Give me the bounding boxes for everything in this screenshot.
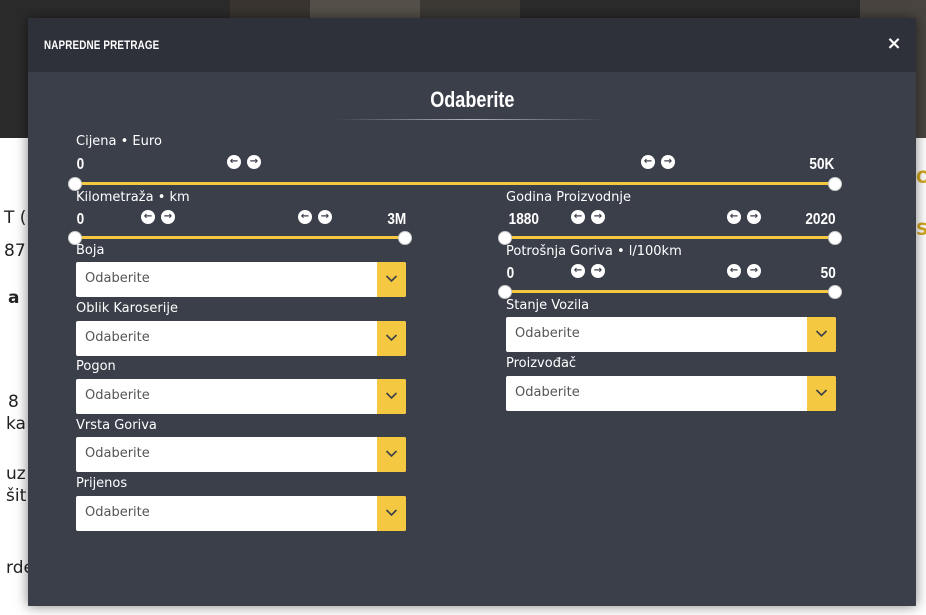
- background-text: 8: [8, 392, 19, 412]
- body-type-select-value: Odaberite: [85, 330, 150, 345]
- section-divider: [336, 119, 606, 120]
- background-text: uz: [6, 464, 26, 484]
- year-min-text: 1880: [508, 211, 539, 228]
- year-max-handle[interactable]: [828, 231, 842, 245]
- fuel-type-select[interactable]: Odaberite: [76, 437, 406, 472]
- year-min-value: 1880: [506, 211, 542, 229]
- transmission-label: Prijenos: [76, 476, 128, 491]
- fuel-consumption-max-text: 50: [820, 265, 836, 282]
- year-max-arrows: ← →: [727, 210, 761, 224]
- year-min-arrows: ← →: [571, 210, 605, 224]
- year-range-label: Godina Proizvodnje: [506, 190, 632, 205]
- arrow-right-icon[interactable]: →: [247, 155, 261, 169]
- condition-select[interactable]: Odaberite: [506, 317, 836, 352]
- price-range-label: Cijena • Euro: [76, 134, 162, 149]
- arrow-right-icon[interactable]: →: [747, 264, 761, 278]
- arrow-right-icon[interactable]: →: [747, 210, 761, 224]
- mileage-max-text: 3M: [387, 211, 406, 228]
- modal-header: NAPREDNE PRETRAGE ×: [28, 18, 916, 72]
- advanced-search-modal: NAPREDNE PRETRAGE × Odaberite Cijena • E…: [28, 18, 916, 606]
- arrow-right-icon[interactable]: →: [591, 210, 605, 224]
- mileage-max-arrows: ← →: [298, 210, 332, 224]
- color-select-value: Odaberite: [85, 271, 150, 286]
- section-title: Odaberite: [28, 87, 916, 113]
- mileage-slider-track[interactable]: [74, 236, 406, 239]
- price-max-handle[interactable]: [828, 177, 842, 191]
- transmission-select-value: Odaberite: [85, 505, 150, 520]
- fuel-consumption-min-text: 0: [506, 265, 515, 282]
- background-text: 87: [4, 241, 26, 261]
- mileage-min-text: 0: [76, 211, 85, 228]
- mileage-max-handle[interactable]: [398, 231, 412, 245]
- background-text: O: [916, 168, 926, 188]
- chevron-down-icon[interactable]: [377, 496, 406, 531]
- color-select[interactable]: Odaberite: [76, 262, 406, 297]
- fuel-consumption-max-value: 50: [798, 265, 836, 283]
- year-slider-track[interactable]: [504, 236, 836, 239]
- drive-label: Pogon: [76, 359, 116, 374]
- manufacturer-select-value: Odaberite: [515, 385, 580, 400]
- mileage-min-arrows: ← →: [141, 210, 175, 224]
- fuel-consumption-max-handle[interactable]: [828, 285, 842, 299]
- chevron-down-icon[interactable]: [377, 321, 406, 356]
- mileage-min-value: 0: [76, 211, 85, 229]
- background-text: a: [8, 288, 20, 308]
- price-min-handle[interactable]: [68, 177, 82, 191]
- arrow-left-icon[interactable]: ←: [141, 210, 155, 224]
- mileage-max-value: 3M: [368, 211, 406, 229]
- close-icon[interactable]: ×: [886, 34, 902, 54]
- fuel-type-select-value: Odaberite: [85, 446, 150, 461]
- arrow-right-icon[interactable]: →: [161, 210, 175, 224]
- manufacturer-select[interactable]: Odaberite: [506, 376, 836, 411]
- arrow-left-icon[interactable]: ←: [571, 210, 585, 224]
- price-min-text: 0: [76, 156, 85, 173]
- year-max-text: 2020: [805, 211, 836, 228]
- fuel-consumption-max-arrows: ← →: [727, 264, 761, 278]
- arrow-right-icon[interactable]: →: [318, 210, 332, 224]
- fuel-type-label: Vrsta Goriva: [76, 418, 157, 433]
- chevron-down-icon[interactable]: [377, 262, 406, 297]
- manufacturer-label: Proizvođač: [506, 356, 577, 371]
- section-title-text: Odaberite: [429, 87, 515, 112]
- body-type-label: Oblik Karoserije: [76, 301, 178, 316]
- chevron-down-icon[interactable]: [377, 437, 406, 472]
- price-min-value: 0: [76, 156, 85, 174]
- background-text: S: [916, 220, 926, 240]
- price-max-arrows: ← →: [641, 155, 675, 169]
- arrow-left-icon[interactable]: ←: [727, 210, 741, 224]
- drive-select-value: Odaberite: [85, 388, 150, 403]
- price-min-arrows: ← →: [227, 155, 261, 169]
- price-max-text: 50K: [809, 156, 834, 173]
- year-max-value: 2020: [788, 211, 836, 229]
- year-min-handle[interactable]: [498, 231, 512, 245]
- fuel-consumption-min-value: 0: [506, 265, 515, 283]
- price-max-value: 50K: [788, 156, 834, 174]
- fuel-consumption-min-handle[interactable]: [498, 285, 512, 299]
- mileage-range-label: Kilometraža • km: [76, 190, 190, 205]
- chevron-down-icon[interactable]: [807, 376, 836, 411]
- chevron-down-icon[interactable]: [377, 379, 406, 414]
- arrow-left-icon[interactable]: ←: [641, 155, 655, 169]
- body-type-select[interactable]: Odaberite: [76, 321, 406, 356]
- transmission-select[interactable]: Odaberite: [76, 496, 406, 531]
- background-text: T (: [4, 208, 27, 228]
- fuel-consumption-label: Potrošnja Goriva • l/100km: [506, 244, 682, 259]
- background-text: šit: [6, 486, 27, 506]
- arrow-left-icon[interactable]: ←: [571, 264, 585, 278]
- condition-label: Stanje Vozila: [506, 298, 590, 313]
- arrow-left-icon[interactable]: ←: [727, 264, 741, 278]
- modal-title: NAPREDNE PRETRAGE: [44, 38, 160, 52]
- color-label: Boja: [76, 243, 105, 258]
- arrow-left-icon[interactable]: ←: [298, 210, 312, 224]
- arrow-left-icon[interactable]: ←: [227, 155, 241, 169]
- chevron-down-icon[interactable]: [807, 317, 836, 352]
- condition-select-value: Odaberite: [515, 326, 580, 341]
- arrow-right-icon[interactable]: →: [591, 264, 605, 278]
- fuel-consumption-min-arrows: ← →: [571, 264, 605, 278]
- background-text: ka: [6, 414, 26, 434]
- arrow-right-icon[interactable]: →: [661, 155, 675, 169]
- price-slider-track[interactable]: [74, 182, 836, 185]
- drive-select[interactable]: Odaberite: [76, 379, 406, 414]
- fuel-consumption-slider-track[interactable]: [504, 290, 836, 293]
